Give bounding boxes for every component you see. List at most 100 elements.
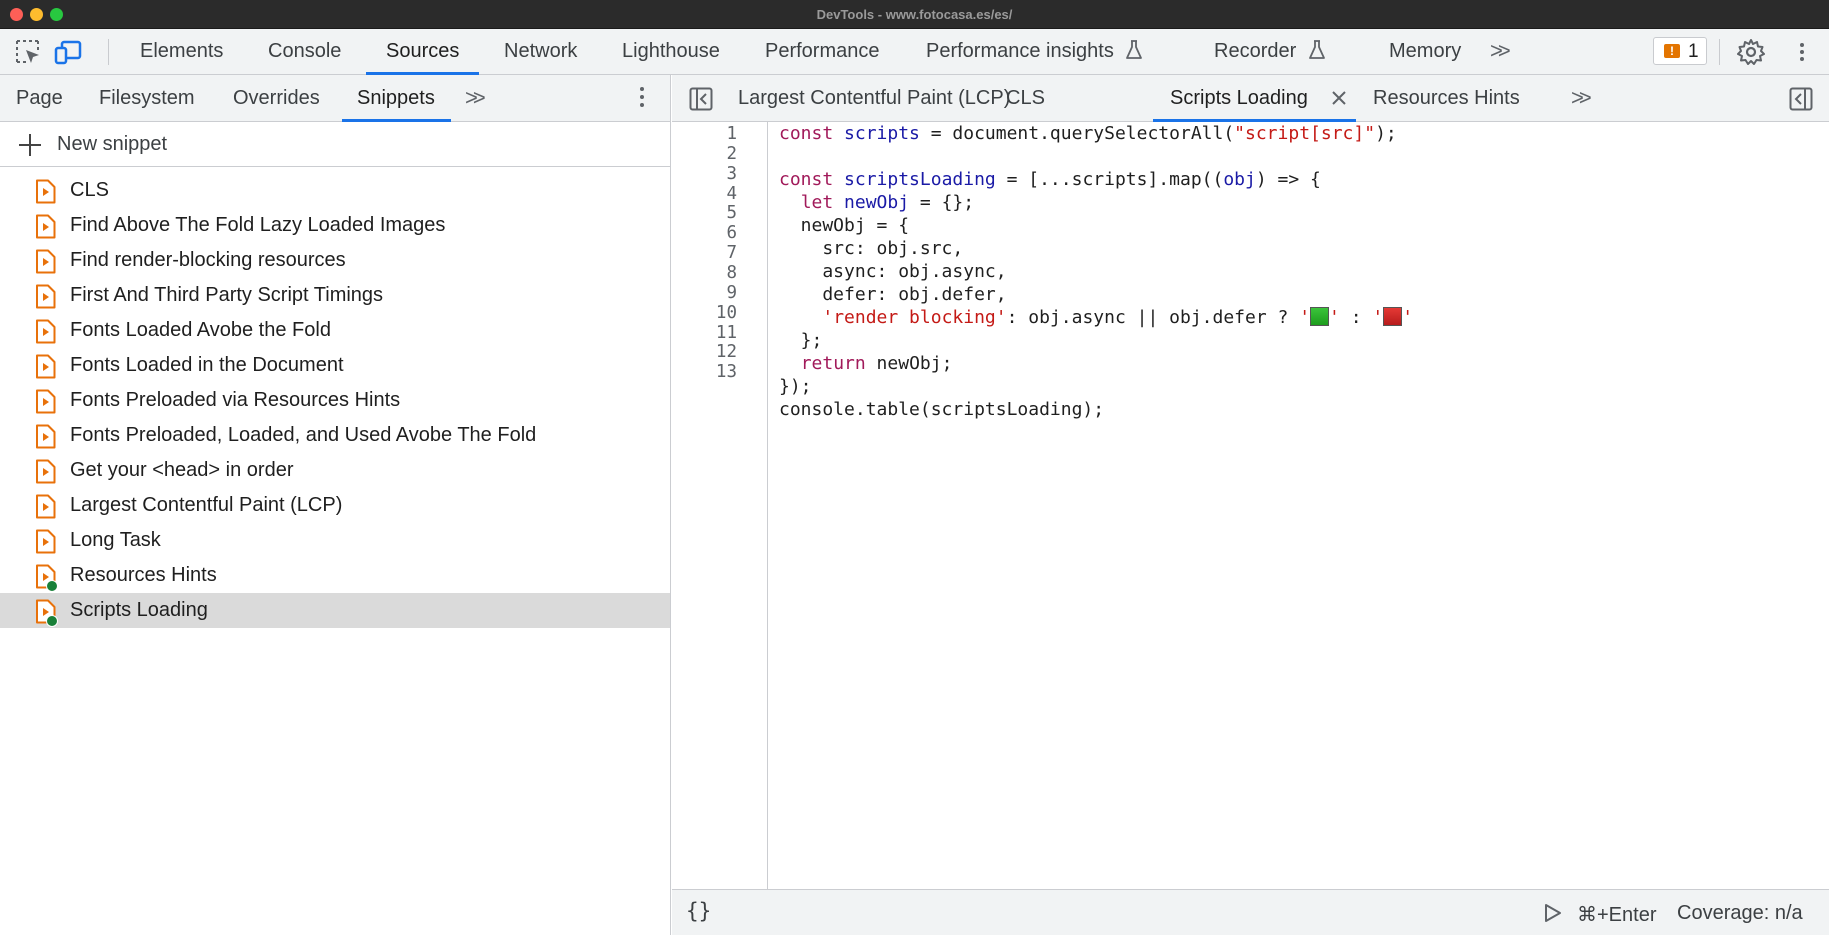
- more-nav-tabs-chevron-icon[interactable]: >>: [465, 85, 486, 111]
- snippet-label: First And Third Party Script Timings: [70, 284, 384, 306]
- snippet-file-icon: [36, 529, 56, 554]
- snippet-item[interactable]: Resources Hints: [0, 558, 670, 593]
- snippet-label: Get your <head> in order: [70, 459, 294, 481]
- editor-tab-resources-hints[interactable]: Resources Hints: [1373, 75, 1520, 121]
- line-number-gutter: 1 2 3 4 5 6 7 8 9 10 11 12 13: [672, 122, 768, 935]
- main-toolbar: Elements Console Sources Network Lightho…: [0, 29, 1829, 75]
- pretty-print-button[interactable]: {}: [686, 899, 711, 923]
- inspect-element-icon[interactable]: [14, 38, 42, 66]
- toolbar-separator: [108, 39, 109, 65]
- editor-tab-scripts-loading[interactable]: Scripts Loading: [1170, 75, 1308, 121]
- code-line: src: obj.src,: [779, 238, 964, 259]
- run-snippet-icon[interactable]: [1544, 903, 1562, 923]
- code-line: defer: obj.defer,: [779, 284, 1007, 305]
- tab-recorder-label: Recorder: [1214, 40, 1297, 62]
- navigator-panel: Page Filesystem Overrides Snippets >> Ne…: [0, 75, 671, 935]
- code-line: async: obj.async,: [779, 261, 1007, 282]
- customize-menu-icon[interactable]: [1788, 38, 1816, 66]
- tab-console[interactable]: Console: [266, 29, 343, 74]
- code-line: };: [779, 330, 823, 351]
- snippet-label: Largest Contentful Paint (LCP): [70, 494, 343, 516]
- snippet-file-icon: [36, 284, 56, 309]
- device-toolbar-icon[interactable]: [54, 38, 82, 66]
- editor-status-bar: {} ⌘+Enter Coverage: n/a: [672, 889, 1829, 935]
- snippet-item[interactable]: Find render-blocking resources: [0, 243, 670, 278]
- warning-flag-icon: !: [1664, 44, 1680, 58]
- issues-counter-button[interactable]: ! 1: [1653, 37, 1707, 65]
- coverage-status: Coverage: n/a: [1677, 902, 1803, 924]
- more-tabs-chevron-icon[interactable]: >>: [1490, 38, 1511, 64]
- navigator-tabs: Page Filesystem Overrides Snippets >>: [0, 75, 670, 122]
- toolbar-separator: [1719, 39, 1720, 65]
- settings-gear-icon[interactable]: [1737, 38, 1765, 66]
- unsaved-changes-dot: [46, 615, 58, 627]
- snippet-label: Fonts Preloaded, Loaded, and Used Avobe …: [70, 424, 537, 446]
- new-snippet-label: New snippet: [57, 133, 168, 155]
- snippet-label: Fonts Loaded Avobe the Fold: [70, 319, 331, 341]
- window-title: DevTools - www.fotocasa.es/es/: [816, 7, 1013, 22]
- more-editor-tabs-chevron-icon[interactable]: >>: [1571, 85, 1592, 111]
- snippet-item[interactable]: Fonts Loaded in the Document: [0, 348, 670, 383]
- unsaved-changes-dot: [46, 580, 58, 592]
- editor-tab-cls[interactable]: CLS: [1006, 75, 1045, 121]
- snippet-file-icon: [36, 494, 56, 519]
- snippet-label: Find render-blocking resources: [70, 249, 346, 271]
- nav-tab-filesystem[interactable]: Filesystem: [99, 75, 195, 121]
- snippet-item[interactable]: Largest Contentful Paint (LCP): [0, 488, 670, 523]
- snippet-file-icon: [36, 319, 56, 344]
- green-square-icon: [1310, 307, 1330, 326]
- snippet-item[interactable]: Find Above The Fold Lazy Loaded Images: [0, 208, 670, 243]
- snippet-label: Fonts Preloaded via Resources Hints: [70, 389, 401, 411]
- snippet-item[interactable]: Long Task: [0, 523, 670, 558]
- snippet-file-icon: [36, 214, 56, 239]
- snippet-label: Scripts Loading: [70, 599, 208, 621]
- run-shortcut-label[interactable]: ⌘+Enter: [1577, 902, 1656, 927]
- snippet-file-icon: [36, 459, 56, 484]
- tab-performance-insights-label: Performance insights: [926, 40, 1114, 62]
- tab-recorder[interactable]: Recorder: [1212, 29, 1328, 74]
- nav-tab-snippets[interactable]: Snippets: [342, 75, 451, 122]
- snippet-item[interactable]: First And Third Party Script Timings: [0, 278, 670, 313]
- line-number[interactable]: 13: [672, 361, 737, 384]
- snippet-item[interactable]: Fonts Preloaded, Loaded, and Used Avobe …: [0, 418, 670, 453]
- toggle-navigator-icon[interactable]: [689, 87, 713, 111]
- nav-tab-overrides[interactable]: Overrides: [233, 75, 320, 121]
- snippet-item[interactable]: Scripts Loading: [0, 593, 670, 628]
- snippet-label: Fonts Loaded in the Document: [70, 354, 344, 376]
- tab-network[interactable]: Network: [502, 29, 579, 74]
- tab-performance[interactable]: Performance: [763, 29, 882, 74]
- tab-elements[interactable]: Elements: [138, 29, 225, 74]
- code-line: 'render blocking': obj.async || obj.defe…: [822, 307, 1414, 328]
- snippet-item[interactable]: Fonts Preloaded via Resources Hints: [0, 383, 670, 418]
- snippet-file-icon: [36, 179, 56, 204]
- snippet-file-icon: [36, 354, 56, 379]
- editor-tabs: Largest Contentful Paint (LCP) CLS Scrip…: [672, 75, 1829, 122]
- navigator-menu-icon[interactable]: [632, 85, 652, 111]
- snippet-file-icon: [36, 424, 56, 449]
- code-line: });: [779, 376, 812, 397]
- snippet-label: CLS: [70, 179, 109, 201]
- snippet-item[interactable]: CLS: [0, 173, 670, 208]
- close-tab-icon[interactable]: [1329, 88, 1349, 108]
- experimental-flask-icon: [1126, 39, 1143, 59]
- tab-performance-insights[interactable]: Performance insights: [924, 29, 1145, 74]
- editor-panel: Largest Contentful Paint (LCP) CLS Scrip…: [672, 75, 1829, 935]
- snippet-file-icon: [36, 249, 56, 274]
- code-line: let newObj = {};: [800, 192, 975, 213]
- snippet-item[interactable]: Get your <head> in order: [0, 453, 670, 488]
- tab-memory[interactable]: Memory: [1387, 29, 1463, 74]
- snippet-item[interactable]: Fonts Loaded Avobe the Fold: [0, 313, 670, 348]
- snippet-label: Find Above The Fold Lazy Loaded Images: [70, 214, 446, 236]
- code-line: const scriptsLoading = [...scripts].map(…: [779, 169, 1321, 190]
- new-snippet-button[interactable]: New snippet: [0, 122, 670, 167]
- snippet-label: Long Task: [70, 529, 161, 551]
- toggle-debugger-sidebar-icon[interactable]: [1789, 87, 1813, 111]
- nav-tab-page[interactable]: Page: [16, 75, 63, 121]
- editor-tab-lcp[interactable]: Largest Contentful Paint (LCP): [738, 75, 1010, 121]
- issues-count: 1: [1688, 41, 1699, 62]
- tab-sources[interactable]: Sources: [365, 29, 480, 75]
- snippet-file-icon: [36, 389, 56, 414]
- snippet-list: CLS Find Above The Fold Lazy Loaded Image…: [0, 173, 670, 628]
- code-line: console.table(scriptsLoading);: [779, 399, 1105, 420]
- tab-lighthouse[interactable]: Lighthouse: [620, 29, 722, 74]
